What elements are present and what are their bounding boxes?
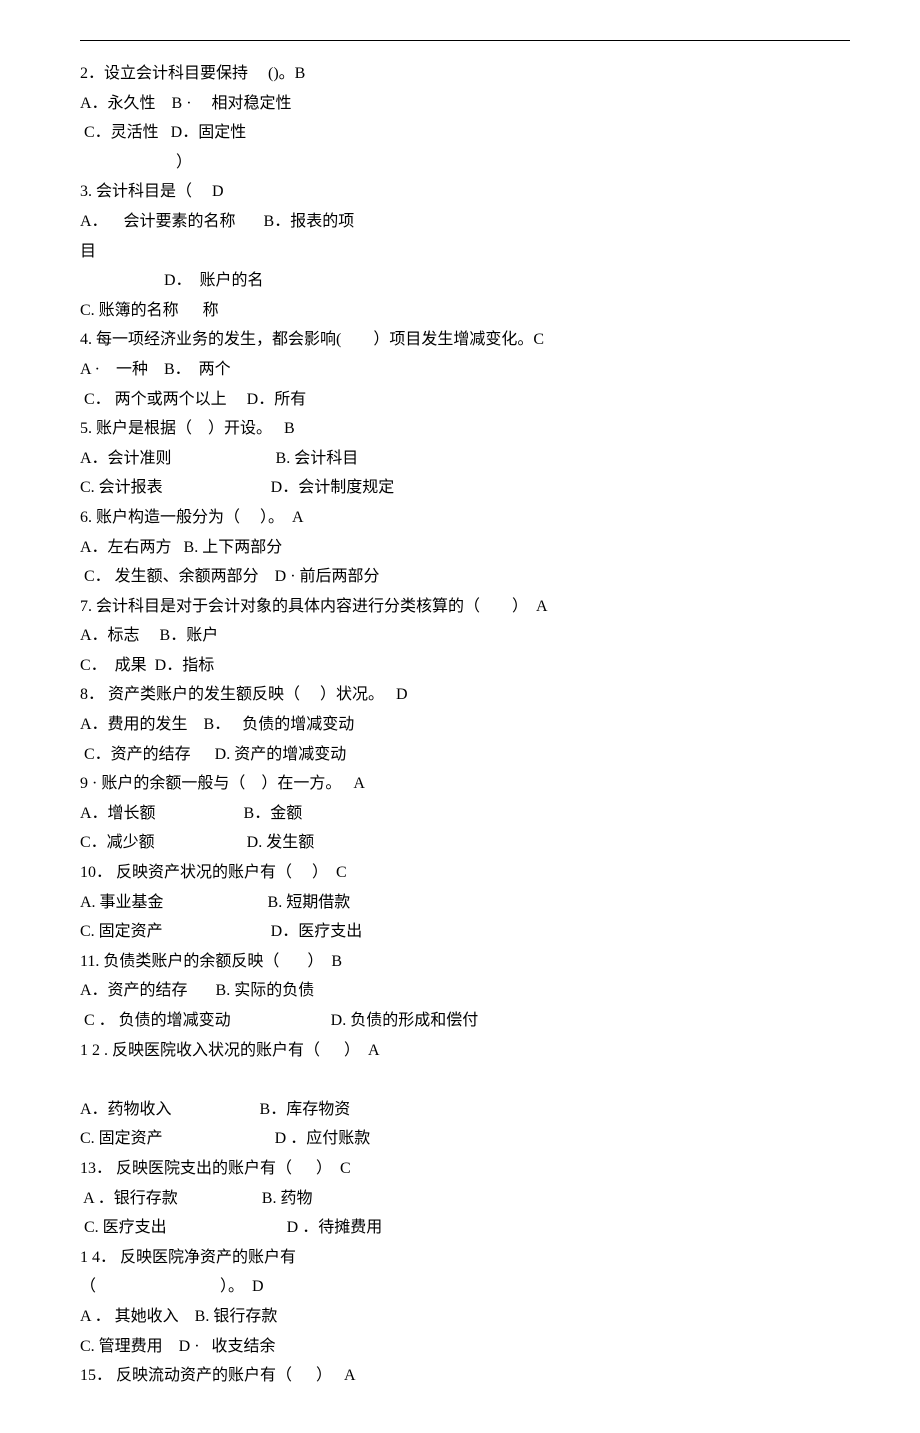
text-line: A．永久性 B · 相对稳定性 [80,91,850,117]
text-line: 11. 负债类账户的余额反映（ ） B [80,949,850,975]
text-line: 9 · 账户的余额一般与（ ）在一方。 A [80,771,850,797]
text-line: A · 一种 B． 两个 [80,357,850,383]
text-line: 4. 每一项经济业务的发生，都会影响( ）项目发生增减变化。C [80,327,850,353]
text-line: C． 两个或两个以上 D．所有 [80,387,850,413]
text-line: C. 会计报表 D．会计制度规定 [80,475,850,501]
text-line: C. 账簿的名称 称 [80,298,850,324]
text-line: 8． 资产类账户的发生额反映（ ）状况。 D [80,682,850,708]
text-line: A．资产的结存 B. 实际的负债 [80,978,850,1004]
text-line: 1 4． 反映医院净资产的账户有 [80,1245,850,1271]
text-line: A．药物收入 B．库存物资 [80,1097,850,1123]
text-line: 2．设立会计科目要保持 ()。B [80,61,850,87]
text-line: 5. 账户是根据（ ）开设。 B [80,416,850,442]
text-line: 15． 反映流动资产的账户有（ ） A [80,1363,850,1389]
text-line: C. 固定资产 D ．应付账款 [80,1126,850,1152]
text-line: A．会计准则 B. 会计科目 [80,446,850,472]
text-line: C ． 负债的增减变动 D. 负债的形成和偿付 [80,1008,850,1034]
document-content: 2．设立会计科目要保持 ()。B A．永久性 B · 相对稳定性 C．灵活性 D．… [80,61,850,1389]
text-line: A．增长额 B．金额 [80,801,850,827]
text-line: A．左右两方 B. 上下两部分 [80,535,850,561]
text-line: 10． 反映资产状况的账户有（ ） C [80,860,850,886]
top-rule [80,40,850,41]
text-line: A．标志 B．账户 [80,623,850,649]
text-line: ） [80,150,850,176]
text-line: C．资产的结存 D. 资产的增减变动 [80,742,850,768]
text-line: A．费用的发生 B． 负债的增减变动 [80,712,850,738]
text-line: 7. 会计科目是对于会计对象的具体内容进行分类核算的（ ） A [80,594,850,620]
text-line: A． 会计要素的名称 B．报表的项 [80,209,850,235]
text-line: 目 [80,239,850,265]
text-line: C． 成果 D．指标 [80,653,850,679]
text-line: 3. 会计科目是（ D [80,179,850,205]
text-line [80,1067,850,1093]
text-line: 13． 反映医院支出的账户有（ ） C [80,1156,850,1182]
text-line: A ．银行存款 B. 药物 [80,1186,850,1212]
text-line: C. 医疗支出 D ．待摊费用 [80,1215,850,1241]
text-line: （ ）。 D [80,1274,850,1300]
text-line: C. 管理费用 D · 收支结余 [80,1334,850,1360]
text-line: A. 事业基金 B. 短期借款 [80,890,850,916]
text-line: C．灵活性 D．固定性 [80,120,850,146]
text-line: C. 固定资产 D．医疗支出 [80,919,850,945]
text-line: 6. 账户构造一般分为（ ）。 A [80,505,850,531]
document-page: 2．设立会计科目要保持 ()。B A．永久性 B · 相对稳定性 C．灵活性 D．… [0,0,920,1433]
text-line: A ． 其她收入 B. 银行存款 [80,1304,850,1330]
text-line: 1 2 . 反映医院收入状况的账户有（ ） A [80,1038,850,1064]
text-line: D． 账户的名 [80,268,850,294]
text-line: C． 发生额、余额两部分 D · 前后两部分 [80,564,850,590]
text-line: C．减少额 D. 发生额 [80,830,850,856]
